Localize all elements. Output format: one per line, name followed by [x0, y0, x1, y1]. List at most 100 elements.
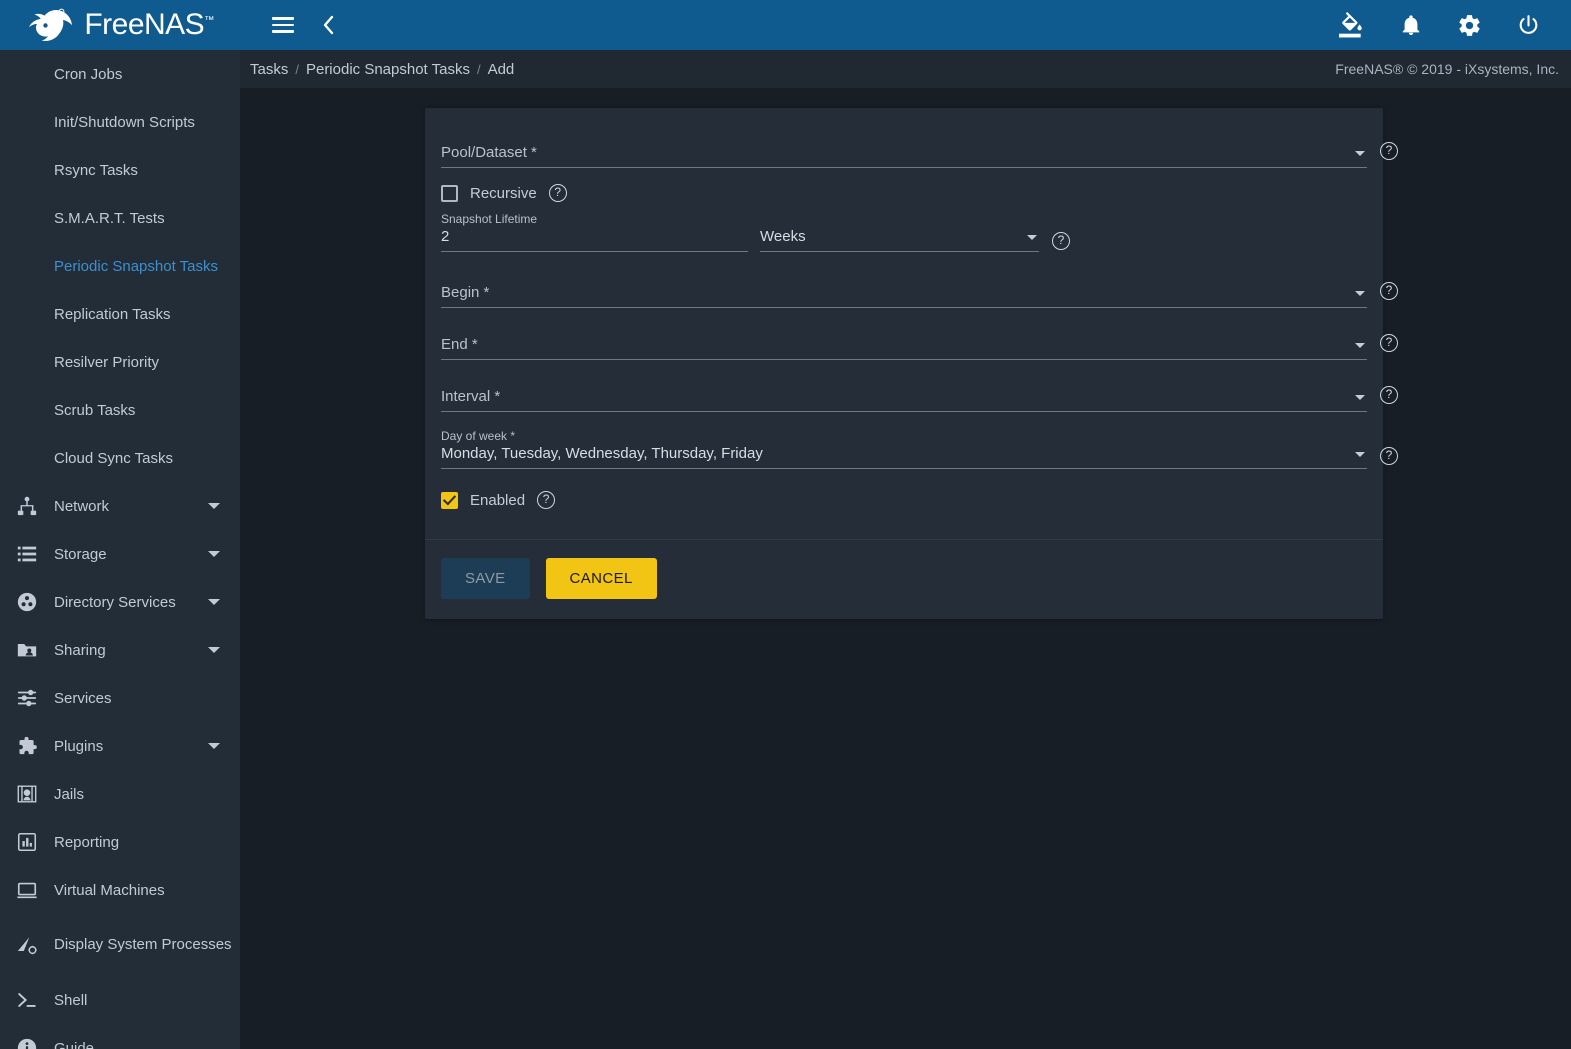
sidebar-item-plugins[interactable]: Plugins: [0, 722, 240, 770]
chevron-down-icon[interactable]: [208, 599, 220, 605]
snapshot-lifetime-help-icon[interactable]: ?: [1052, 232, 1070, 250]
trademark-symbol: ™: [204, 15, 214, 26]
sidebar-item-periodic-snapshot-tasks[interactable]: Periodic Snapshot Tasks: [0, 242, 240, 290]
day-of-week-value[interactable]: Monday, Tuesday, Wednesday, Thursday, Fr…: [441, 445, 1347, 463]
snapshot-lifetime-input[interactable]: 2: [441, 228, 748, 246]
directory-services-icon: [10, 585, 44, 619]
sidebar-item-label: Cron Jobs: [54, 65, 123, 83]
sidebar-item-label: Reporting: [54, 833, 120, 851]
chevron-down-icon[interactable]: [208, 647, 220, 653]
sidebar-item-services[interactable]: Services: [0, 674, 240, 722]
pool-dataset-dropdown-arrow-icon[interactable]: [1355, 151, 1365, 156]
begin-label: Begin *: [441, 284, 490, 301]
breadcrumb: Tasks / Periodic Snapshot Tasks / Add: [250, 61, 514, 78]
shell-icon: [10, 983, 44, 1017]
enabled-checkbox[interactable]: [441, 491, 458, 509]
recursive-checkbox[interactable]: [441, 184, 458, 202]
sidebar-item-rsync-tasks[interactable]: Rsync Tasks: [0, 146, 240, 194]
chevron-down-icon[interactable]: [208, 743, 220, 749]
top-bar-actions: [1335, 8, 1571, 42]
menu-icon[interactable]: [268, 13, 298, 37]
jails-icon: [10, 777, 44, 811]
field-end: End * ?: [441, 330, 1398, 360]
field-begin: Begin * ?: [441, 278, 1398, 308]
top-bar: FreeNAS™: [0, 0, 1571, 50]
settings-icon[interactable]: [1453, 9, 1486, 42]
storage-icon: [10, 537, 44, 571]
theme-icon[interactable]: [1335, 8, 1369, 42]
freenas-fish-logo-icon: [29, 8, 73, 41]
sidebar-item-sharing[interactable]: Sharing: [0, 626, 240, 674]
recursive-help-icon[interactable]: ?: [548, 184, 567, 202]
end-help-icon[interactable]: ?: [1380, 334, 1398, 352]
periodic-snapshot-task-form: Pool/Dataset * ? Recursive ? Snapshot Li…: [425, 108, 1398, 619]
field-snapshot-lifetime: Snapshot Lifetime 2 Weeks ?: [441, 212, 1367, 252]
brand-name: FreeNAS™: [84, 8, 214, 41]
chevron-down-icon[interactable]: [208, 503, 220, 509]
begin-help-icon[interactable]: ?: [1380, 282, 1398, 300]
sidebar-item-s-m-a-r-t-tests[interactable]: S.M.A.R.T. Tests: [0, 194, 240, 242]
sidebar-item-scrub-tasks[interactable]: Scrub Tasks: [0, 386, 240, 434]
sidebar-item-replication-tasks[interactable]: Replication Tasks: [0, 290, 240, 338]
sidebar-item-virtual-machines[interactable]: Virtual Machines: [0, 866, 240, 914]
sidebar-item-label: Resilver Priority: [54, 353, 160, 371]
sidebar-item-cloud-sync-tasks[interactable]: Cloud Sync Tasks: [0, 434, 240, 482]
notifications-icon[interactable]: [1395, 9, 1427, 41]
sidebar-item-resilver-priority[interactable]: Resilver Priority: [0, 338, 240, 386]
sidebar-item-label: Scrub Tasks: [54, 401, 136, 419]
cancel-button[interactable]: CANCEL: [545, 558, 657, 599]
enabled-label: Enabled: [470, 491, 526, 509]
snapshot-lifetime-label: Snapshot Lifetime: [441, 212, 538, 226]
field-enabled: Enabled ?: [441, 491, 1367, 509]
sidebar-item-label: Guide: [54, 1039, 95, 1049]
end-dropdown-arrow-icon[interactable]: [1355, 343, 1365, 348]
pool-dataset-label: Pool/Dataset *: [441, 144, 537, 161]
sidebar-item-label: Directory Services: [54, 593, 176, 611]
day-of-week-dropdown-arrow-icon[interactable]: [1355, 452, 1365, 457]
power-icon[interactable]: [1512, 9, 1545, 42]
sidebar-item-network[interactable]: Network: [0, 482, 240, 530]
sidebar-item-shell[interactable]: Shell: [0, 976, 240, 1024]
chevron-down-icon[interactable]: [208, 551, 220, 557]
brand-logo[interactable]: FreeNAS™: [0, 0, 240, 50]
display-system-processes-icon: [10, 928, 44, 962]
sharing-icon: [10, 633, 44, 667]
sidebar-item-storage[interactable]: Storage: [0, 530, 240, 578]
sidebar-item-cron-jobs[interactable]: Cron Jobs: [0, 50, 240, 98]
reporting-icon: [10, 825, 44, 859]
sidebar-item-label: Plugins: [54, 737, 104, 755]
field-interval: Interval * ?: [441, 382, 1398, 412]
sidebar-item-label: Virtual Machines: [54, 881, 165, 899]
sidebar-item-label: Periodic Snapshot Tasks: [54, 257, 218, 275]
breadcrumb-item-periodic-snapshot-tasks[interactable]: Periodic Snapshot Tasks: [306, 61, 470, 78]
snapshot-lifetime-unit-dropdown-arrow-icon[interactable]: [1027, 235, 1037, 240]
sidebar-item-directory-services[interactable]: Directory Services: [0, 578, 240, 626]
field-day-of-week: Day of week * Monday, Tuesday, Wednesday…: [441, 429, 1398, 469]
chevron-left-icon[interactable]: [316, 10, 340, 40]
save-button[interactable]: SAVE: [441, 558, 530, 599]
sidebar-item-guide[interactable]: Guide: [0, 1024, 240, 1049]
network-icon: [10, 489, 44, 523]
interval-dropdown-arrow-icon[interactable]: [1355, 395, 1365, 400]
sidebar-item-reporting[interactable]: Reporting: [0, 818, 240, 866]
sidebar-item-label: Cloud Sync Tasks: [54, 449, 173, 467]
breadcrumb-item-add[interactable]: Add: [488, 61, 515, 78]
interval-help-icon[interactable]: ?: [1380, 386, 1398, 404]
main-content: Tasks / Periodic Snapshot Tasks / Add Fr…: [240, 50, 1571, 1049]
sidebar-item-jails[interactable]: Jails: [0, 770, 240, 818]
sidebar: Cron Jobs Init/Shutdown Scripts Rsync Task…: [0, 50, 240, 1049]
guide-icon: [10, 1031, 44, 1049]
sidebar-item-init-shutdown-scripts[interactable]: Init/Shutdown Scripts: [0, 98, 240, 146]
pool-dataset-help-icon[interactable]: ?: [1380, 142, 1398, 160]
breadcrumb-separator: /: [476, 61, 481, 77]
sidebar-item-label: Replication Tasks: [54, 305, 171, 323]
enabled-help-icon[interactable]: ?: [537, 491, 556, 509]
plugins-icon: [10, 729, 44, 763]
breadcrumb-item-tasks[interactable]: Tasks: [250, 61, 288, 78]
sidebar-item-label: Display System Processes: [54, 935, 232, 953]
day-of-week-help-icon[interactable]: ?: [1380, 447, 1398, 465]
sidebar-item-display-system-processes[interactable]: Display System Processes: [0, 914, 240, 976]
copyright-text: FreeNAS® © 2019 - iXsystems, Inc.: [1335, 61, 1559, 77]
begin-dropdown-arrow-icon[interactable]: [1355, 291, 1365, 296]
snapshot-lifetime-unit-value[interactable]: Weeks: [760, 228, 1019, 246]
